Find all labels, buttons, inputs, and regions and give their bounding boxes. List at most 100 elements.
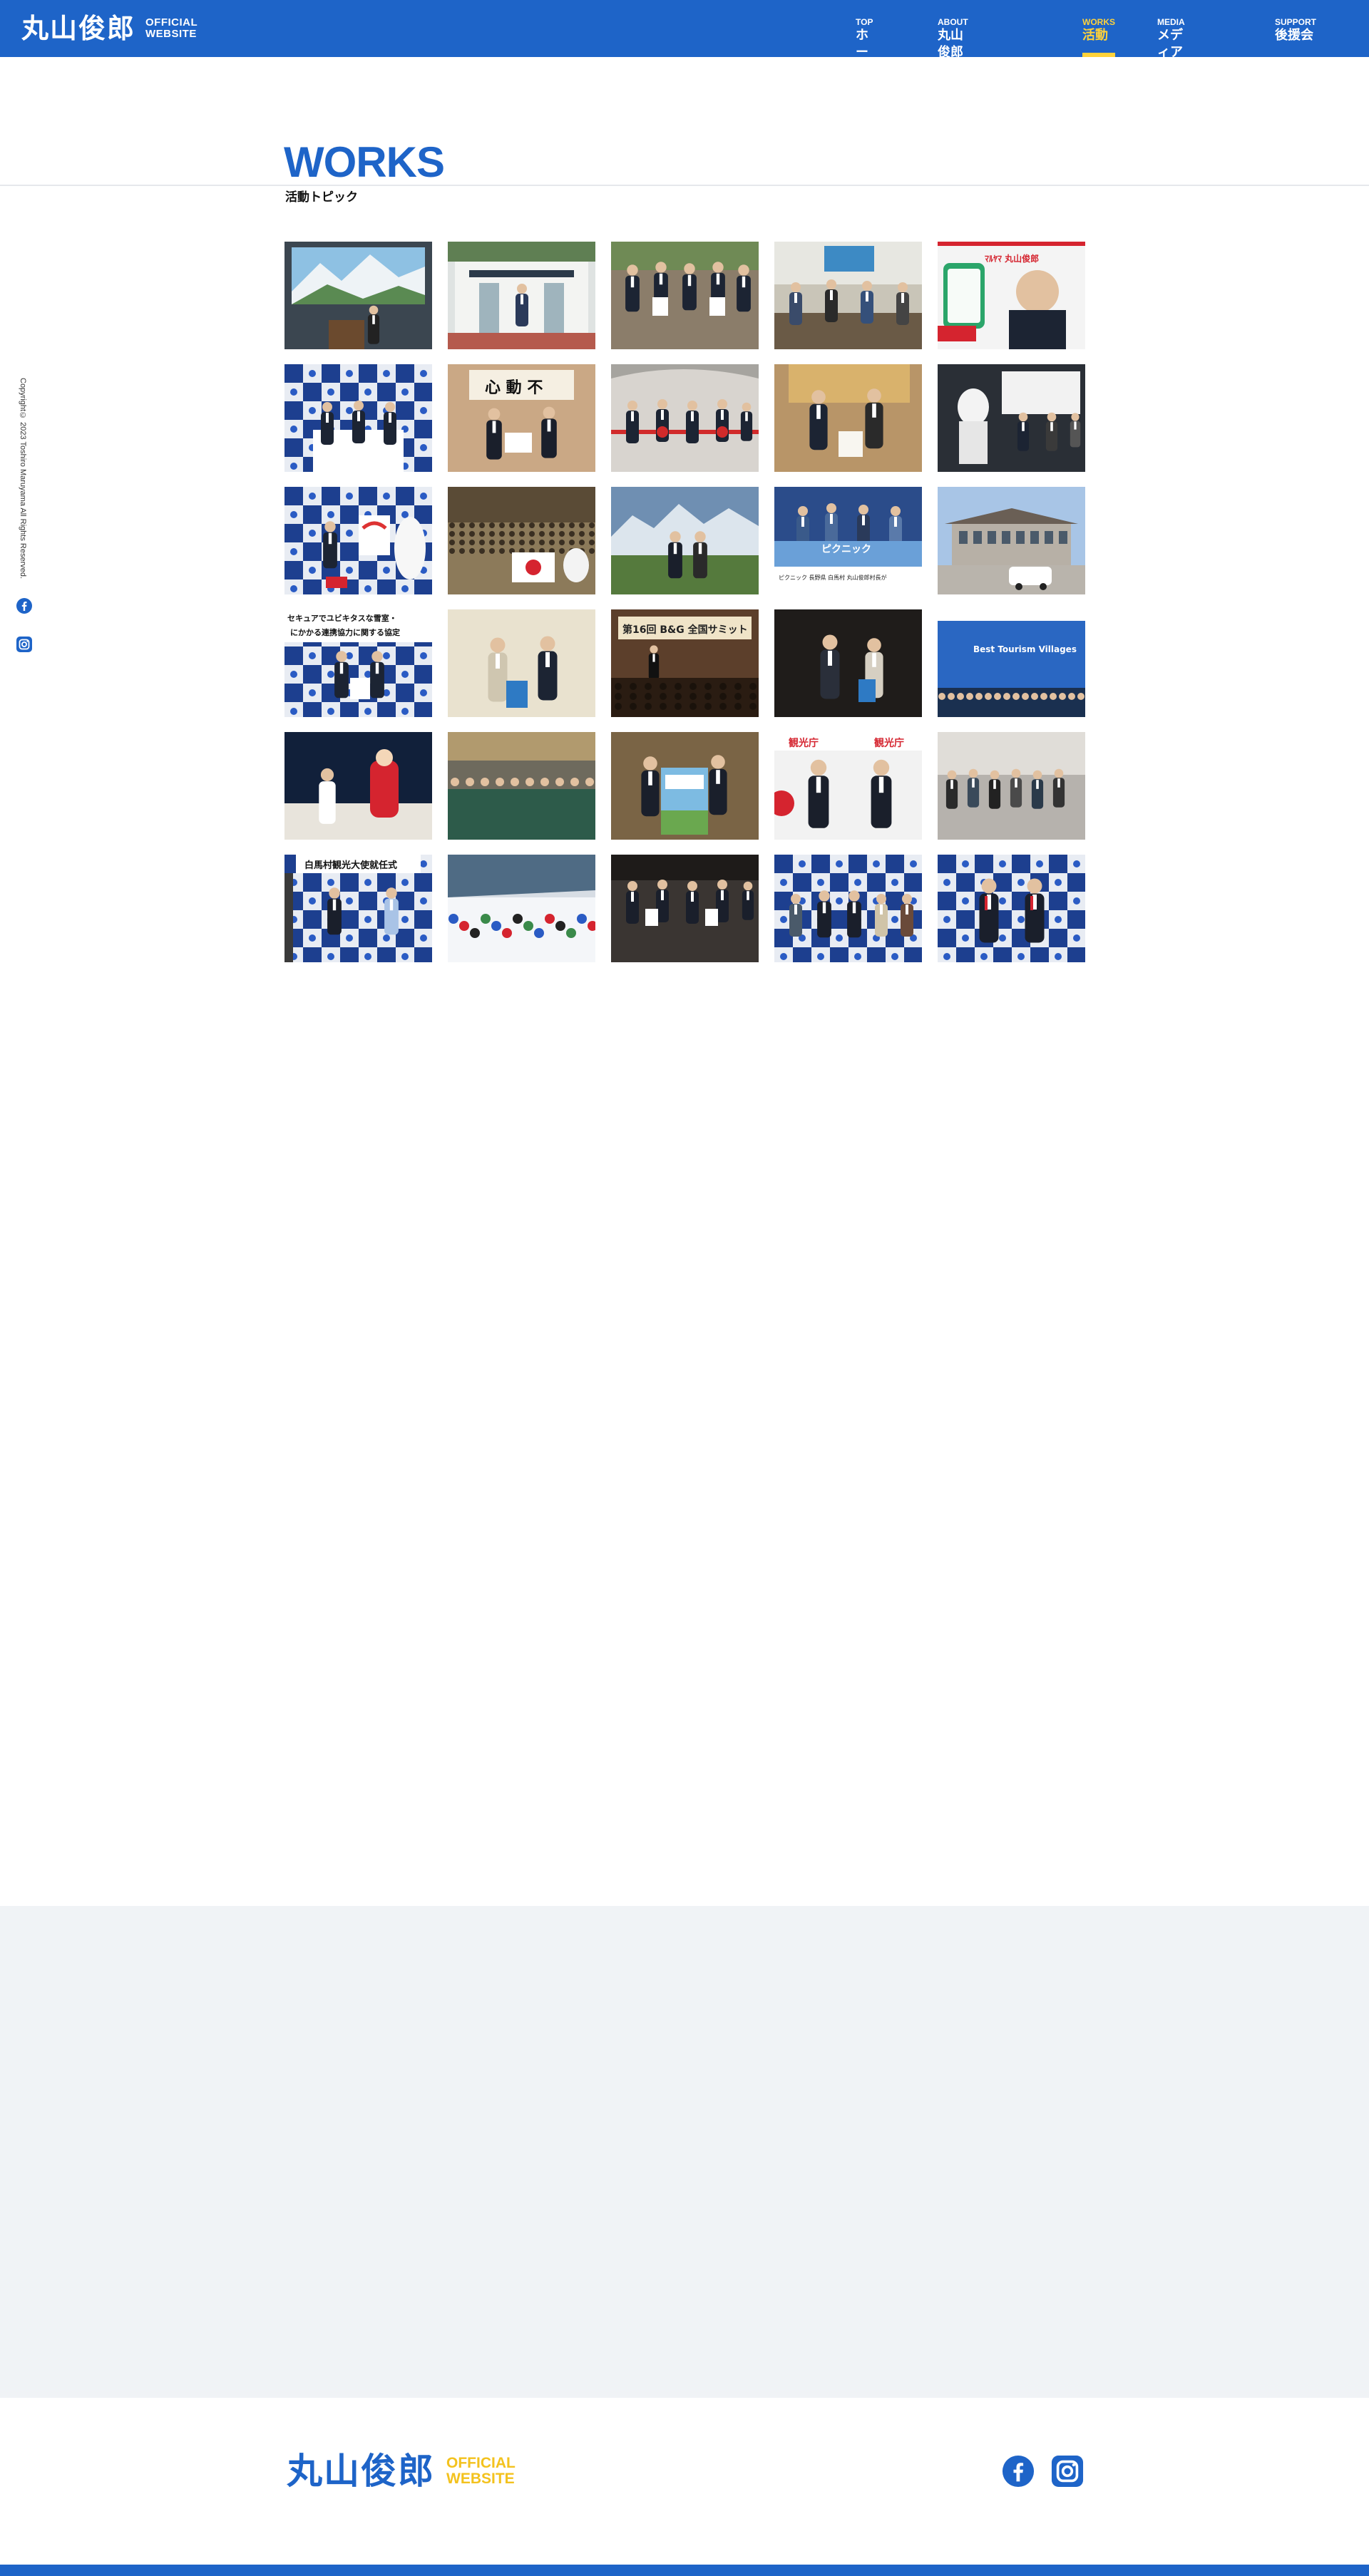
works-photo-mountain-stage[interactable] [284, 242, 432, 349]
photo-thumbnail: ピクニックピクニック 長野県 白馬村 丸山俊郎村長が [774, 487, 922, 594]
site-header: 丸山俊郎 OFFICIAL WEBSITE TOP ホーム ABOUT 丸山俊郎… [0, 0, 1369, 94]
logo-subtitle: OFFICIAL WEBSITE [145, 17, 198, 40]
works-photo-ambassador-ceremony[interactable]: 白馬村観光大使就任式 [284, 855, 432, 962]
svg-text:心 動 不: 心 動 不 [485, 379, 543, 397]
side-copyright: Copyright© 2023 Toshiro Maruyama All Rig… [19, 378, 27, 579]
works-photo-alps-field[interactable] [611, 487, 759, 594]
footer-logo-sub-official: OFFICIAL [446, 2455, 516, 2471]
works-photo-checker-mascot[interactable] [284, 487, 432, 594]
works-photo-concert-stage[interactable] [284, 732, 432, 840]
photo-thumbnail: ﾏﾙﾔﾏ 丸山俊郎 [938, 242, 1085, 349]
nav-item-support-en: SUPPORT [1275, 17, 1317, 27]
side-instagram-link[interactable] [16, 636, 33, 653]
footer-logo-name: 丸山俊郎 [287, 2451, 435, 2492]
footer-facebook-link[interactable] [1002, 2455, 1035, 2488]
svg-text:Best Tourism Villages: Best Tourism Villages [973, 644, 1077, 654]
photo-thumbnail [284, 364, 432, 472]
photo-thumbnail [448, 487, 595, 594]
photo-thumbnail [448, 609, 595, 717]
nav-item-about[interactable]: ABOUT 丸山俊郎について [938, 17, 968, 94]
photo-thumbnail [938, 364, 1085, 472]
photo-thumbnail [611, 364, 759, 472]
photo-thumbnail [938, 855, 1085, 962]
works-photo-certificate-group[interactable] [611, 855, 759, 962]
footer-band [0, 1906, 1369, 2398]
footer-instagram-link[interactable] [1051, 2455, 1084, 2488]
works-photo-summit-stage[interactable]: 第16回 B&G 全国サミット [611, 609, 759, 717]
works-photo-station-building[interactable] [938, 487, 1085, 594]
works-photo-campaign-poster[interactable]: ﾏﾙﾔﾏ 丸山俊郎 [938, 242, 1085, 349]
works-photo-poster-handover[interactable] [611, 732, 759, 840]
svg-text:ピクニック: ピクニック [821, 544, 871, 555]
photo-thumbnail [938, 732, 1085, 840]
instagram-icon [1051, 2455, 1084, 2488]
page-subtitle: 活動トピック [285, 190, 358, 205]
nav-item-support-jp: 後援会 [1275, 28, 1313, 43]
works-photo-calligraphy-wall[interactable]: 心 動 不 [448, 364, 595, 472]
nav-item-works-en: WORKS [1082, 17, 1115, 27]
nav-item-media[interactable]: MEDIA メディア情報 [1157, 17, 1185, 77]
facebook-icon [16, 598, 32, 614]
photo-thumbnail: 第16回 B&G 全国サミット [611, 609, 759, 717]
works-photo-group-suits-green[interactable] [611, 242, 759, 349]
footer-bottom-bar [0, 2565, 1369, 2576]
works-photo-blue-checker-signing[interactable] [284, 364, 432, 472]
nav-item-works[interactable]: WORKS 活動 [1082, 17, 1115, 57]
photo-thumbnail: Best Tourism Villages [938, 609, 1085, 717]
photo-thumbnail [284, 487, 432, 594]
works-photo-two-men-painting[interactable] [774, 364, 922, 472]
svg-text:ピクニック 長野県 白馬村 丸山俊郎村長が: ピクニック 長野県 白馬村 丸山俊郎村長が [779, 574, 887, 581]
photo-thumbnail: 白馬村観光大使就任式 [284, 855, 432, 962]
photo-thumbnail [448, 242, 595, 349]
side-facebook-link[interactable] [16, 597, 33, 614]
nav-item-top[interactable]: TOP ホーム [856, 17, 873, 77]
photo-thumbnail [938, 487, 1085, 594]
works-photo-meeting-room[interactable] [774, 242, 922, 349]
photo-thumbnail [448, 732, 595, 840]
works-photo-hall-audience-flag[interactable] [448, 487, 595, 594]
svg-text:第16回 B&G 全国サミット: 第16回 B&G 全国サミット [622, 624, 748, 636]
works-photo-blue-ceremony[interactable]: Best Tourism Villages [938, 609, 1085, 717]
photo-thumbnail [774, 609, 922, 717]
works-photo-snow-group[interactable] [448, 855, 595, 962]
works-photo-ribbon-cutting[interactable] [611, 364, 759, 472]
photo-thumbnail [611, 732, 759, 840]
photo-thumbnail [774, 364, 922, 472]
footer-logo-sub-website: WEBSITE [446, 2471, 515, 2487]
works-photo-tablet-two-men[interactable] [448, 609, 595, 717]
works-photo-agreement-banner[interactable]: セキュアでユビキタスな雪室・ にかかる連携協力に関する協定 [284, 609, 432, 717]
svg-text:ﾏﾙﾔﾏ 丸山俊郎: ﾏﾙﾔﾏ 丸山俊郎 [985, 253, 1039, 264]
photo-thumbnail [774, 242, 922, 349]
nav-item-support[interactable]: SUPPORT 後援会 [1275, 17, 1316, 57]
svg-text:観光庁: 観光庁 [874, 737, 904, 749]
logo-name: 丸山俊郎 [21, 13, 136, 44]
svg-text:にかかる連携協力に関する協定: にかかる連携協力に関する協定 [290, 627, 400, 637]
svg-text:白馬村観光大使就任式: 白馬村観光大使就任式 [304, 860, 397, 871]
works-photo-checker-handshake[interactable] [938, 855, 1085, 962]
nav-item-about-jp: 丸山俊郎について [938, 28, 963, 94]
photo-thumbnail: セキュアでユビキタスな雪室・にかかる連携協力に関する協定 [284, 609, 432, 717]
works-photo-conference-hall[interactable] [448, 732, 595, 840]
logo-sub-website: WEBSITE [145, 28, 197, 40]
title-divider [0, 185, 1369, 186]
page-title: WORKS [284, 138, 445, 186]
photo-thumbnail [611, 855, 759, 962]
works-photo-checker-group[interactable] [774, 855, 922, 962]
works-photo-mascot-board[interactable] [938, 364, 1085, 472]
svg-text:セキュアでユビキタスな雪室・: セキュアでユビキタスな雪室・ [287, 613, 397, 623]
works-photo-building-entrance[interactable] [448, 242, 595, 349]
works-photo-picnic-screen[interactable]: ピクニックピクニック 長野県 白馬村 丸山俊郎村長が [774, 487, 922, 594]
nav-item-media-jp: メディア情報 [1157, 28, 1183, 77]
photo-thumbnail [284, 732, 432, 840]
svg-text:観光庁: 観光庁 [789, 737, 819, 749]
instagram-icon [16, 637, 32, 652]
works-photo-tourism-agency[interactable]: 観光庁 観光庁 [774, 732, 922, 840]
photo-thumbnail: 心 動 不 [448, 364, 595, 472]
works-photo-group-indoor[interactable] [938, 732, 1085, 840]
nav-item-top-en: TOP [856, 17, 873, 27]
works-photo-dark-stage-couple[interactable] [774, 609, 922, 717]
footer-logo[interactable]: 丸山俊郎 OFFICIAL WEBSITE [287, 2450, 516, 2493]
site-logo[interactable]: 丸山俊郎 OFFICIAL WEBSITE [21, 13, 198, 44]
nav-item-media-en: MEDIA [1157, 17, 1185, 27]
nav-item-top-jp: ホーム [856, 28, 868, 77]
